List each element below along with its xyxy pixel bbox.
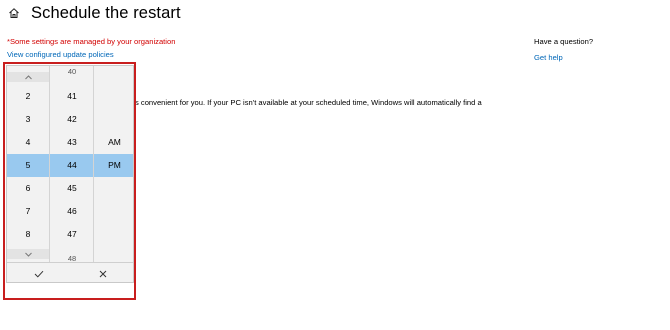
minute-option[interactable]: 43 xyxy=(50,131,94,154)
minute-option[interactable]: 47 xyxy=(50,223,94,246)
minute-option[interactable]: 40 xyxy=(50,66,94,83)
cancel-button[interactable] xyxy=(71,263,133,282)
restart-description: s convenient for you. If your PC isn't a… xyxy=(135,98,482,107)
minute-option[interactable]: 45 xyxy=(50,177,94,200)
chevron-down-icon xyxy=(24,252,32,257)
minute-option[interactable]: 48 xyxy=(50,247,94,262)
get-help-link[interactable]: Get help xyxy=(534,53,563,62)
pm-option-selected[interactable]: PM xyxy=(94,154,133,177)
hour-option[interactable]: 7 xyxy=(7,200,49,223)
time-picker-flyout: 2 3 4 5 6 7 8 40 41 42 43 44 45 46 47 48… xyxy=(6,65,134,283)
minute-column[interactable]: 40 41 42 43 44 45 46 47 48 xyxy=(49,66,94,262)
picker-underlay xyxy=(6,283,134,298)
hour-option[interactable]: 2 xyxy=(7,85,49,108)
home-icon[interactable] xyxy=(8,7,20,19)
hour-column[interactable]: 2 3 4 5 6 7 8 xyxy=(7,66,49,262)
hour-option-selected[interactable]: 5 xyxy=(7,154,49,177)
minute-option[interactable]: 41 xyxy=(50,85,94,108)
checkmark-icon xyxy=(34,270,44,278)
picker-footer xyxy=(7,262,133,282)
hour-option[interactable]: 3 xyxy=(7,108,49,131)
hour-scroll-up-button[interactable] xyxy=(7,72,49,82)
hour-option[interactable]: 4 xyxy=(7,131,49,154)
view-policies-link[interactable]: View configured update policies xyxy=(7,50,114,59)
minute-option-selected[interactable]: 44 xyxy=(50,154,94,177)
chevron-up-icon xyxy=(24,74,32,79)
am-option[interactable]: AM xyxy=(94,131,133,154)
help-heading: Have a question? xyxy=(534,37,594,46)
accept-button[interactable] xyxy=(7,263,71,282)
page-title: Schedule the restart xyxy=(31,3,181,22)
page-header: Schedule the restart xyxy=(8,3,181,23)
period-column[interactable]: AM PM xyxy=(93,66,133,262)
minute-option[interactable]: 42 xyxy=(50,108,94,131)
hour-scroll-down-button[interactable] xyxy=(7,249,49,259)
settings-page: Schedule the restart *Some settings are … xyxy=(0,0,670,330)
hour-option[interactable]: 8 xyxy=(7,223,49,246)
managed-notice: *Some settings are managed by your organ… xyxy=(7,37,176,46)
close-icon xyxy=(99,270,107,278)
minute-option[interactable]: 46 xyxy=(50,200,94,223)
hour-option[interactable]: 6 xyxy=(7,177,49,200)
